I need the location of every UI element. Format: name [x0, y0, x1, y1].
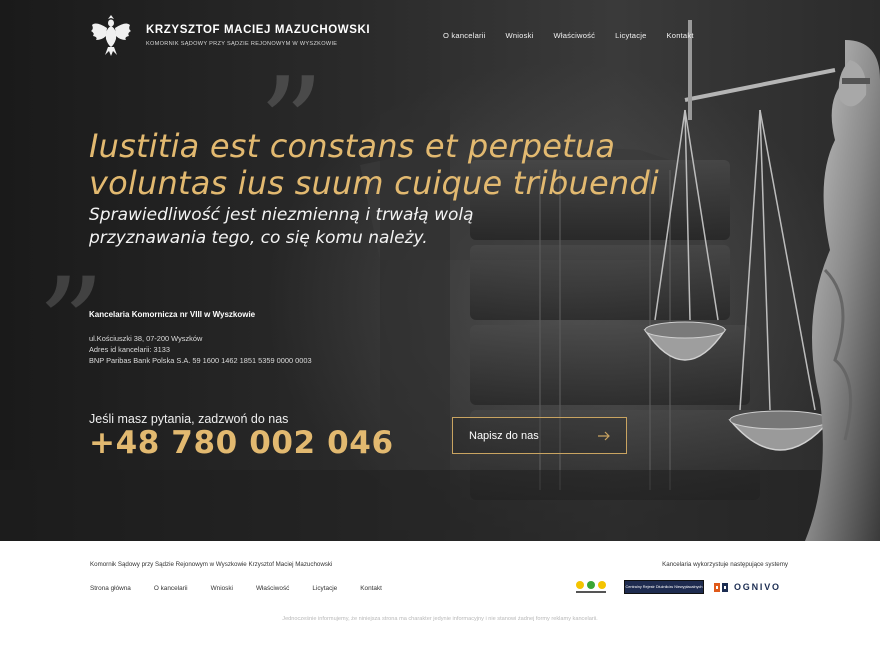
office-address: ul.Kościuszki 38, 07-200 Wyszków: [89, 334, 203, 343]
office-name: Kancelaria Komornicza nr VIII w Wyszkowi…: [89, 310, 256, 319]
latin-quote-line: voluntas ius suum cuique tribuendi: [89, 164, 659, 202]
footer-nav-strona-glowna[interactable]: Strona główna: [90, 585, 131, 592]
site-subtitle: KOMORNIK SĄDOWY PRZY SĄDZIE REJONOWYM W …: [146, 40, 338, 47]
footer-nav-licytacje[interactable]: Licytacje: [312, 585, 337, 592]
call-label: Jeśli masz pytania, zadzwoń do nas: [89, 412, 289, 426]
footer-nav-wnioski[interactable]: Wnioski: [211, 585, 233, 592]
ive-logo-icon[interactable]: [574, 579, 608, 595]
ognivo-mark-icon: [714, 582, 728, 592]
footer-owner-text: Komornik Sądowy przy Sądzie Rejonowym w …: [90, 561, 333, 568]
phone-number[interactable]: +48 780 002 046: [89, 425, 394, 461]
footer-disclaimer: Jednocześnie informujemy, że niniejsza s…: [282, 616, 598, 622]
latin-quote-line: Iustitia est constans et perpetua: [89, 127, 616, 165]
site-owner-name: KRZYSZTOF MACIEJ MAZUCHOWSKI: [146, 23, 371, 36]
footer-nav-wlasciwosc[interactable]: Właściwość: [256, 585, 289, 592]
main-navigation: O kancelarii Wnioski Właściwość Licytacj…: [443, 31, 694, 40]
ognivo-logo[interactable]: OGNIVO: [714, 582, 781, 592]
office-details: ul.Kościuszki 38, 07-200 Wyszków Adres i…: [89, 333, 312, 366]
footer-nav-o-kancelarii[interactable]: O kancelarii: [154, 585, 188, 592]
polish-translation-line: Sprawiedliwość jest niezmienną i trwałą …: [89, 205, 474, 225]
eagle-emblem-icon: [91, 15, 131, 56]
nav-o-kancelarii[interactable]: O kancelarii: [443, 31, 486, 40]
office-id: Adres id kancelarii: 3133: [89, 345, 170, 354]
polish-translation: Sprawiedliwość jest niezmienną i trwałą …: [89, 204, 474, 250]
site-logo[interactable]: KRZYSZTOF MACIEJ MAZUCHOWSKI KOMORNIK SĄ…: [90, 11, 370, 57]
hero-section: ” „ KRZYSZTOF MACIEJ MAZUCHOWSKI KOMORNI…: [0, 0, 880, 541]
site-footer: Komornik Sądowy przy Sądzie Rejonowym w …: [0, 541, 880, 660]
nav-wnioski[interactable]: Wnioski: [506, 31, 534, 40]
ognivo-text: OGNIVO: [734, 582, 781, 592]
polish-translation-line: przyznawania tego, co się komu należy.: [89, 228, 428, 248]
contact-button[interactable]: Napisz do nas: [452, 417, 627, 454]
contact-button-label: Napisz do nas: [469, 429, 539, 442]
office-bank-account: BNP Paribas Bank Polska S.A. 59 1600 146…: [89, 356, 312, 365]
nav-kontakt[interactable]: Kontakt: [667, 31, 694, 40]
arrow-right-icon: [598, 431, 610, 440]
partner-logos: Centralny Rejestr Dłużników Niewypłacaln…: [574, 579, 781, 595]
nav-licytacje[interactable]: Licytacje: [615, 31, 646, 40]
footer-systems-label: Kancelaria wykorzystuje następujące syst…: [662, 561, 788, 568]
latin-quote: Iustitia est constans et perpetua volunt…: [89, 128, 659, 202]
lady-justice-statue: [643, 20, 880, 541]
footer-nav-kontakt[interactable]: Kontakt: [360, 585, 382, 592]
footer-navigation: Strona główna O kancelarii Wnioski Właśc…: [90, 585, 405, 592]
nav-wlasciwosc[interactable]: Właściwość: [553, 31, 595, 40]
crdn-logo[interactable]: Centralny Rejestr Dłużników Niewypłacaln…: [624, 580, 704, 594]
